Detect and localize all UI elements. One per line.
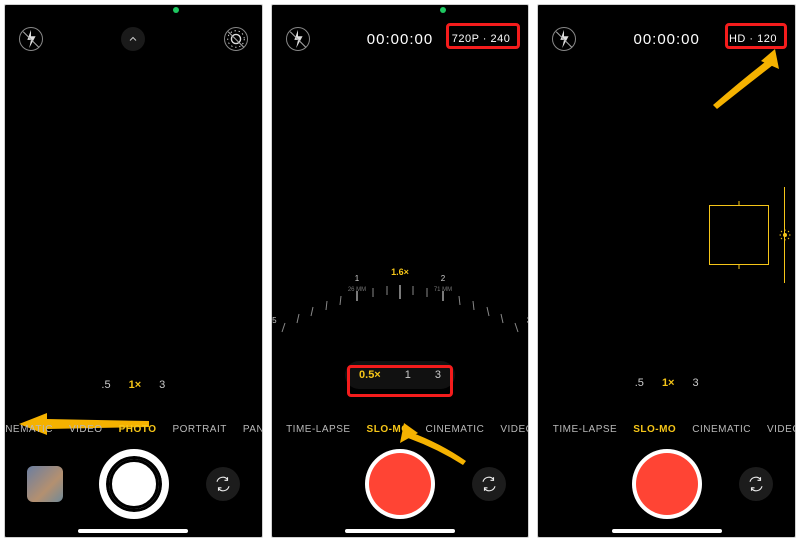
- recording-timer: 00:00:00: [367, 31, 433, 48]
- thumbnail-placeholder: [294, 467, 328, 501]
- dial-label: 3: [527, 316, 530, 325]
- zoom-selector[interactable]: .5 1× 3: [538, 377, 795, 389]
- home-indicator[interactable]: [78, 529, 188, 533]
- mode-video[interactable]: VIDEO: [500, 424, 529, 435]
- zoom-option[interactable]: 3: [692, 377, 698, 389]
- zoom-option[interactable]: .5: [635, 377, 644, 389]
- shutter-button[interactable]: [103, 453, 165, 515]
- mode-photo[interactable]: PHOTO: [119, 424, 157, 435]
- focus-exposure-indicator[interactable]: [709, 205, 769, 265]
- dial-label-selected: 1.6×: [391, 267, 409, 277]
- camera-flip-icon[interactable]: [206, 467, 240, 501]
- bottom-bar: [272, 441, 529, 537]
- tutorial-arrow-quality-icon: [709, 49, 779, 109]
- flash-off-icon[interactable]: [286, 27, 310, 51]
- recording-timer: 00:00:00: [633, 31, 699, 48]
- zoom-selector[interactable]: .5 1× 3: [5, 379, 262, 391]
- live-photo-off-icon[interactable]: [224, 27, 248, 51]
- dial-sublabel: 71 MM: [434, 287, 452, 293]
- mode-cinematic[interactable]: CINEMATIC: [426, 424, 485, 435]
- mode-timelapse[interactable]: TIME-LAPSE: [553, 424, 617, 435]
- home-indicator[interactable]: [612, 529, 722, 533]
- last-photo-thumbnail[interactable]: [27, 466, 63, 502]
- privacy-indicator: [440, 7, 446, 13]
- camera-screen-slomo-720p: 00:00:00 720P · 240: [271, 4, 530, 538]
- mode-strip[interactable]: TIME-LAPSE SLO-MO CINEMATIC VIDEO: [538, 424, 795, 435]
- mode-video[interactable]: VIDEO: [767, 424, 796, 435]
- mode-pano[interactable]: PANO: [243, 424, 263, 435]
- dial-label: 1: [355, 274, 360, 283]
- mode-strip[interactable]: TIME-LAPSE SLO-MO CINEMATIC VIDEO: [272, 424, 529, 435]
- zoom-option-selected[interactable]: 1×: [662, 377, 675, 389]
- mode-cinematic[interactable]: CINEMATIC: [4, 424, 53, 435]
- flash-off-icon[interactable]: [19, 27, 43, 51]
- mode-portrait[interactable]: PORTRAIT: [172, 424, 226, 435]
- zoom-dial[interactable]: 0.5 1 1.6× 2 3 26 MM 71 MM: [271, 215, 530, 355]
- zoom-option[interactable]: .5: [101, 379, 110, 391]
- record-button[interactable]: [369, 453, 431, 515]
- privacy-indicator: [173, 7, 179, 13]
- camera-flip-icon[interactable]: [472, 467, 506, 501]
- mode-strip[interactable]: CINEMATIC VIDEO PHOTO PORTRAIT PANO: [5, 424, 262, 435]
- mode-slomo[interactable]: SLO-MO: [367, 424, 410, 435]
- camera-screen-photo: .5 1× 3 CINEMATIC VIDEO PHOTO PORTRAIT P…: [4, 4, 263, 538]
- dial-sublabel: 26 MM: [348, 287, 366, 293]
- flash-off-icon[interactable]: [552, 27, 576, 51]
- camera-screen-slomo-hd: 00:00:00 HD · 120 .5 1× 3 TIME-LAPSE SLO…: [537, 4, 796, 538]
- focus-square-icon: [709, 205, 769, 265]
- sun-icon: [779, 229, 791, 241]
- chevron-up-icon[interactable]: [121, 27, 145, 51]
- mode-timelapse[interactable]: TIME-LAPSE: [286, 424, 350, 435]
- thumbnail-placeholder: [560, 467, 594, 501]
- top-toolbar: [5, 27, 262, 51]
- mode-video[interactable]: VIDEO: [69, 424, 103, 435]
- home-indicator[interactable]: [345, 529, 455, 533]
- record-button[interactable]: [636, 453, 698, 515]
- zoom-option[interactable]: 3: [159, 379, 165, 391]
- mode-cinematic[interactable]: CINEMATIC: [692, 424, 751, 435]
- camera-flip-icon[interactable]: [739, 467, 773, 501]
- mode-slomo[interactable]: SLO-MO: [633, 424, 676, 435]
- zoom-option-selected[interactable]: 1×: [129, 379, 142, 391]
- tutorial-highlight-quality: [446, 23, 520, 49]
- dial-label: 0.5: [271, 316, 277, 325]
- bottom-bar: [5, 441, 262, 537]
- tutorial-highlight-quality: [725, 23, 787, 49]
- bottom-bar: [538, 441, 795, 537]
- tutorial-highlight-zoom: [347, 365, 453, 397]
- dial-label: 2: [441, 274, 446, 283]
